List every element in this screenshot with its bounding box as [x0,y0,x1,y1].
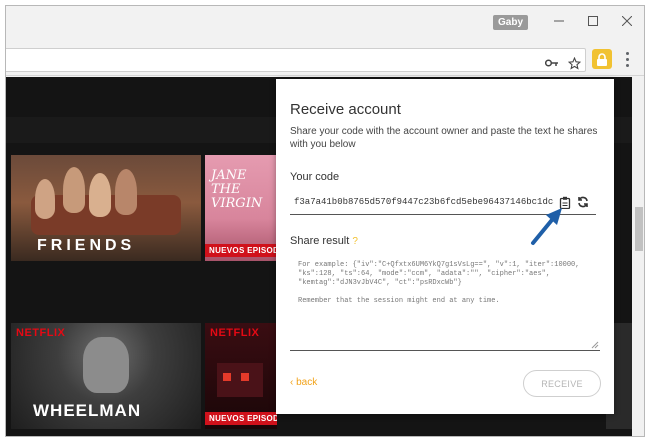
share-result-text: Share result [290,235,350,247]
wheelman-title: WHEELMAN [33,401,142,420]
jane-the-virgin-tile[interactable]: JANE THE VIRGIN NUEVOS EPISODIOS [205,155,277,261]
address-bar[interactable] [6,48,586,72]
menu-icon[interactable] [620,50,634,68]
minimize-icon[interactable] [542,9,576,33]
wheelman-tile[interactable]: NETFLIX WHEELMAN [11,323,201,429]
title-bar: Gaby [6,6,644,42]
scrollbar-thumb[interactable] [635,207,643,251]
code-value[interactable]: f3a7a41b0b8765d570f9447c23b6fcd5ebe96437… [294,197,554,207]
refresh-icon[interactable] [576,195,590,209]
back-link[interactable]: ‹ back [290,377,317,388]
lock-icon[interactable] [592,49,612,69]
dialog-description: Share your code with the account owner a… [290,126,598,150]
placeholder-example: For example: {"iv":"C+Qfxtx6UM6YkQ7g1sVs… [298,261,580,287]
new-episodes-badge: NUEVOS EPISODIOS [205,412,277,425]
resize-handle-icon[interactable] [591,341,599,349]
placeholder-note: Remember that the session might end at a… [298,297,500,305]
netflix-logo: NETFLIX [210,327,260,339]
close-icon[interactable] [610,9,644,33]
receive-button[interactable]: RECEIVE [523,370,601,397]
profile-name[interactable]: Gaby [493,15,529,30]
netflix-series-tile[interactable]: NETFLIX NUEVOS EPISODIOS [205,323,277,429]
share-result-label: Share result ? [290,235,358,247]
new-episodes-badge: NUEVOS EPISODIOS [205,244,277,257]
share-result-textarea[interactable]: For example: {"iv":"C+Qfxtx6UM6YkQ7g1sVs… [290,257,600,351]
friends-tile[interactable]: FRIENDS [11,155,201,261]
dialog-title: Receive account [290,101,401,118]
maximize-icon[interactable] [576,9,610,33]
browser-toolbar [6,42,644,76]
pointer-arrow-icon [531,208,562,245]
receive-account-dialog: Receive account Share your code with the… [276,79,614,414]
netflix-logo: NETFLIX [16,327,66,339]
friends-title: FRIENDS [37,237,136,254]
your-code-label: Your code [290,171,340,183]
help-icon[interactable]: ? [352,236,358,247]
jane-title: JANE THE VIRGIN [211,168,263,211]
page-scrollbar[interactable] [632,77,644,436]
star-icon[interactable] [566,55,582,71]
key-icon[interactable] [544,55,560,71]
